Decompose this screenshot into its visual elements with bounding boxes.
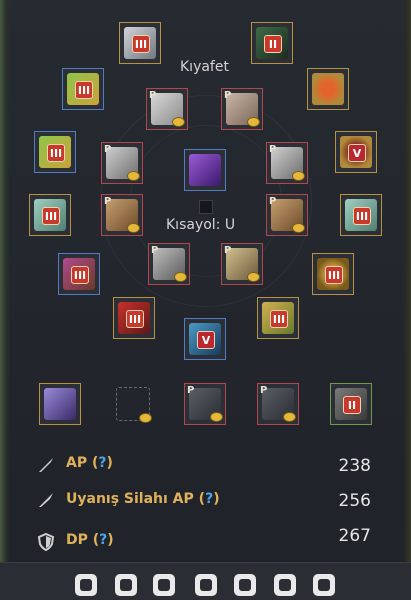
- coin-icon: [127, 223, 140, 233]
- help-mark[interactable]: ?: [99, 532, 107, 548]
- slot-belt[interactable]: III: [312, 253, 354, 295]
- slot-shoes[interactable]: III: [340, 194, 382, 236]
- slot-ring-1[interactable]: [307, 68, 349, 110]
- slot-costume-helmet[interactable]: P: [146, 88, 188, 130]
- ring-icon: [312, 73, 344, 105]
- equipment-panel: III II Kıyafet III P P III P P V III P K…: [0, 0, 411, 600]
- slot-helmet[interactable]: III: [119, 22, 161, 64]
- coin-icon: [127, 171, 140, 181]
- slot-lantern[interactable]: [112, 383, 154, 425]
- help-mark[interactable]: ?: [98, 455, 106, 471]
- slot-necklace[interactable]: III: [58, 253, 100, 295]
- stat-value-awakening-ap: 256: [338, 491, 371, 511]
- enhance-badge: III: [47, 144, 65, 162]
- slot-main-weapon[interactable]: III: [113, 297, 155, 339]
- premium-badge: P: [260, 385, 268, 396]
- awakening-sword-icon: [39, 493, 53, 507]
- pet-icon[interactable]: [274, 574, 296, 596]
- premium-badge: P: [149, 90, 157, 101]
- stat-value-dp: 267: [338, 526, 371, 546]
- enhance-badge: II: [343, 396, 361, 414]
- premium-badge: P: [269, 144, 277, 155]
- coin-icon: [292, 223, 305, 233]
- slot-costume-shoes[interactable]: P: [266, 142, 308, 184]
- coin-icon: [247, 117, 260, 127]
- enhance-badge: II: [264, 35, 282, 53]
- premium-badge: P: [104, 196, 112, 207]
- premium-badge: P: [187, 385, 195, 396]
- cat-face-icon[interactable]: [153, 574, 175, 596]
- right-edge-decoration: [403, 0, 411, 600]
- paw-icon[interactable]: [195, 574, 217, 596]
- enhance-badge: III: [325, 266, 343, 284]
- slot-awakening-weapon[interactable]: V: [184, 318, 226, 360]
- person-icon[interactable]: [313, 574, 335, 596]
- dog-icon[interactable]: [234, 574, 256, 596]
- stat-label-ap: AP (?): [66, 455, 113, 471]
- slot-armor[interactable]: II: [251, 22, 293, 64]
- dye-toggle[interactable]: [199, 200, 213, 214]
- coin-icon: [139, 413, 152, 423]
- sword-icon: [39, 458, 53, 472]
- coin-icon: [174, 272, 187, 282]
- coin-icon: [172, 117, 185, 127]
- book-icon: [44, 388, 76, 420]
- slot-costume-awakening[interactable]: P: [148, 243, 190, 285]
- slot-gloves[interactable]: III: [29, 194, 71, 236]
- left-edge-decoration: [0, 0, 10, 600]
- enhance-badge: III: [270, 310, 288, 328]
- enhance-badge: III: [71, 266, 89, 284]
- alchemy-stone-icon: [189, 154, 221, 186]
- premium-badge: P: [224, 245, 232, 256]
- coin-icon: [283, 412, 296, 422]
- premium-badge: P: [104, 144, 112, 155]
- slot-tool-costume-1[interactable]: P: [184, 383, 226, 425]
- horse-icon[interactable]: [75, 574, 97, 596]
- enhance-badge: III: [75, 81, 93, 99]
- enhance-badge: III: [42, 207, 60, 225]
- enhance-badge: V: [348, 144, 366, 162]
- mask-icon[interactable]: [115, 574, 137, 596]
- slot-tool[interactable]: II: [330, 383, 372, 425]
- coin-icon: [210, 412, 223, 422]
- slot-ring-2[interactable]: V: [335, 131, 377, 173]
- shield-icon: [37, 532, 55, 552]
- help-mark[interactable]: ?: [205, 491, 213, 507]
- premium-badge: P: [151, 245, 159, 256]
- slot-alchemy-stone[interactable]: [184, 149, 226, 191]
- slot-costume-weapon[interactable]: P: [101, 194, 143, 236]
- enhance-badge: III: [353, 207, 371, 225]
- slot-earring-2[interactable]: III: [34, 131, 76, 173]
- enhance-badge: III: [132, 35, 150, 53]
- slot-earring-1[interactable]: III: [62, 68, 104, 110]
- premium-badge: P: [224, 90, 232, 101]
- slot-costume-underwear[interactable]: P: [221, 243, 263, 285]
- enhance-badge: V: [197, 331, 215, 349]
- coin-icon: [292, 171, 305, 181]
- slot-costume-armor[interactable]: P: [221, 88, 263, 130]
- slot-tool-costume-2[interactable]: P: [257, 383, 299, 425]
- slot-book[interactable]: [39, 383, 81, 425]
- stat-value-ap: 238: [338, 456, 371, 476]
- coin-icon: [247, 272, 260, 282]
- stat-label-awakening-ap: Uyanış Silahı AP (?): [66, 491, 220, 507]
- enhance-badge: III: [126, 310, 144, 328]
- premium-badge: P: [269, 196, 277, 207]
- slot-costume-gloves[interactable]: P: [101, 142, 143, 184]
- slot-sub-weapon[interactable]: III: [257, 297, 299, 339]
- stat-label-dp: DP (?): [66, 532, 114, 548]
- shortcut-label: Kısayol: U: [166, 217, 236, 233]
- outfit-label: Kıyafet: [180, 59, 229, 75]
- slot-costume-subweapon[interactable]: P: [266, 194, 308, 236]
